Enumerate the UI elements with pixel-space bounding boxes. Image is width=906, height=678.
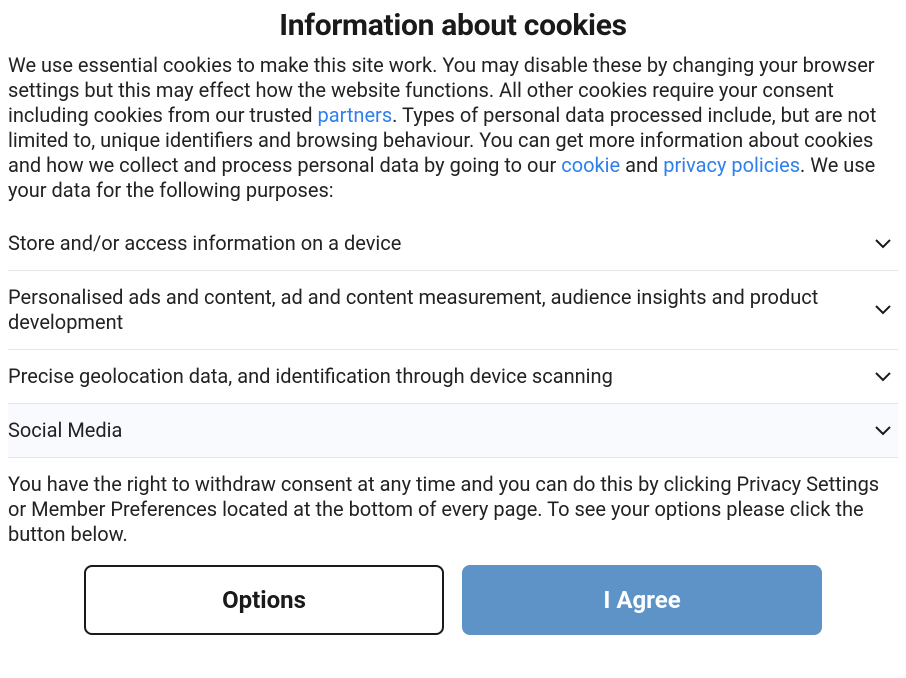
link-partners[interactable]: partners: [317, 103, 392, 127]
intro-text: We use essential cookies to make this si…: [8, 53, 898, 203]
purpose-social-media[interactable]: Social Media: [8, 403, 898, 457]
purpose-label: Personalised ads and content, ad and con…: [8, 285, 850, 335]
intro-segment: and: [620, 153, 663, 177]
purpose-label: Precise geolocation data, and identifica…: [8, 364, 850, 389]
link-privacy[interactable]: privacy policies: [663, 153, 800, 177]
chevron-down-icon: [874, 368, 892, 386]
button-row: Options I Agree: [8, 565, 898, 635]
chevron-down-icon: [874, 301, 892, 319]
chevron-down-icon: [874, 422, 892, 440]
dialog-title: Information about cookies: [8, 8, 898, 43]
purposes-accordion: Store and/or access information on a dev…: [8, 217, 898, 458]
chevron-down-icon: [874, 235, 892, 253]
footer-text: You have the right to withdraw consent a…: [8, 472, 898, 547]
purpose-geolocation[interactable]: Precise geolocation data, and identifica…: [8, 349, 898, 403]
options-button[interactable]: Options: [84, 565, 444, 635]
purpose-store-access[interactable]: Store and/or access information on a dev…: [8, 217, 898, 270]
purpose-label: Store and/or access information on a dev…: [8, 231, 850, 256]
agree-button[interactable]: I Agree: [462, 565, 822, 635]
purpose-personalised-ads[interactable]: Personalised ads and content, ad and con…: [8, 270, 898, 349]
link-cookie[interactable]: cookie: [561, 153, 620, 177]
purpose-label: Social Media: [8, 418, 850, 443]
